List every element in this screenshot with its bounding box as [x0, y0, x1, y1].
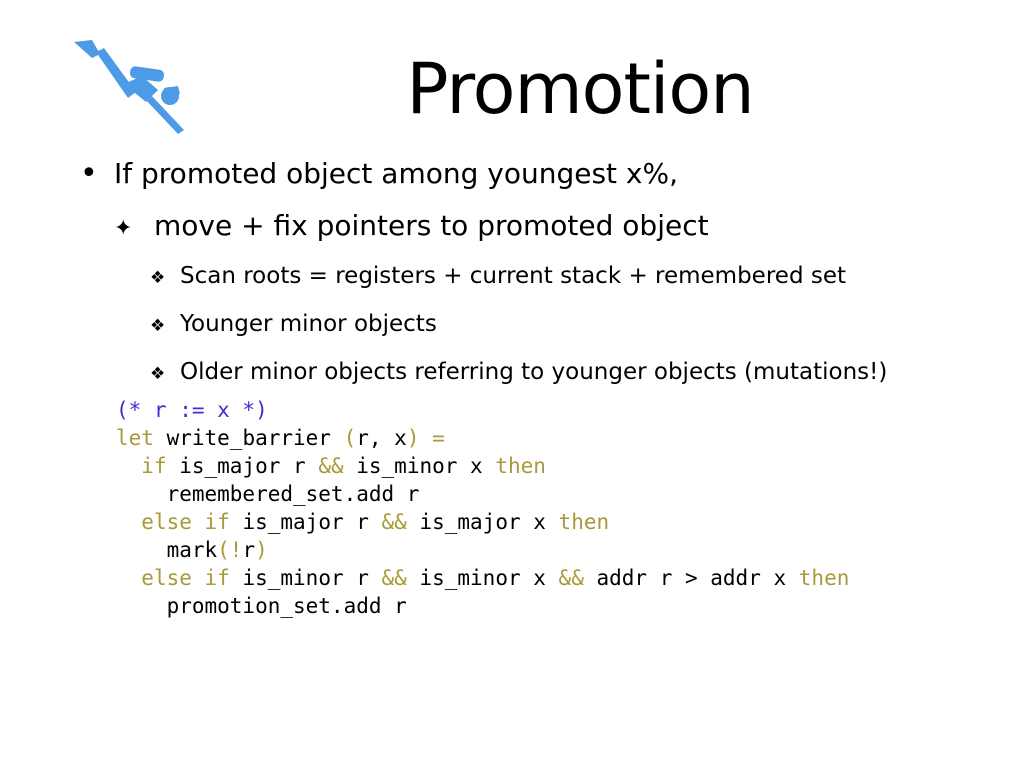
bullet-level-1: • If promoted object among youngest x%,	[80, 154, 678, 194]
code-text: is_minor x	[406, 566, 559, 590]
code-keyword: else if	[141, 510, 230, 534]
code-line: else if is_major r && is_major x then	[116, 508, 849, 536]
code-keyword: then	[798, 566, 850, 590]
code-text: addr r > addr x	[583, 566, 799, 590]
code-keyword: let	[116, 426, 154, 450]
code-text: r, x	[356, 426, 407, 450]
code-text: is_major r	[166, 454, 319, 478]
code-line: let write_barrier (r, x) =	[116, 424, 849, 452]
code-keyword: if	[141, 454, 167, 478]
scuba-diver-icon	[74, 40, 184, 134]
bullet-level-3: ❖ Younger minor objects	[150, 308, 437, 342]
bullet-text: Younger minor objects	[180, 311, 437, 337]
code-line: else if is_minor r && is_minor x && addr…	[116, 564, 849, 592]
code-keyword: ) =	[406, 426, 445, 450]
code-line: remembered_set.add r	[116, 480, 849, 508]
slide: Promotion • If promoted object among youn…	[0, 0, 1024, 768]
code-text: mark	[116, 538, 218, 562]
code-keyword: &&	[381, 566, 407, 590]
bullet-diamond-icon: ❖	[150, 364, 166, 384]
code-keyword: then	[495, 454, 546, 478]
bullet-text: move + fix pointers to promoted object	[154, 209, 709, 242]
code-line: promotion_set.add r	[116, 592, 849, 620]
code-text: promotion_set.add r	[116, 594, 407, 618]
code-keyword: &&	[381, 510, 407, 534]
bullet-diamond-icon: ❖	[150, 268, 166, 288]
code-text: is_major r	[229, 510, 382, 534]
bullet-text: If promoted object among youngest x%,	[114, 157, 679, 190]
bullet-star-icon: ✦	[114, 216, 133, 241]
code-line: if is_major r && is_minor x then	[116, 452, 849, 480]
bullet-text: Older minor objects referring to younger…	[180, 359, 888, 385]
bullet-level-3: ❖ Older minor objects referring to younge…	[150, 356, 887, 390]
code-keyword: else if	[141, 566, 230, 590]
bullet-level-3: ❖ Scan roots = registers + current stack …	[150, 260, 846, 294]
code-text: is_minor r	[229, 566, 382, 590]
code-keyword: (	[343, 426, 357, 450]
code-block: (* r := x *) let write_barrier (r, x) = i…	[116, 396, 849, 620]
code-keyword: &&	[318, 454, 344, 478]
bullet-level-2: ✦ move + fix pointers to promoted object	[114, 206, 709, 249]
code-keyword: )	[255, 538, 268, 562]
code-text: is_major x	[406, 510, 559, 534]
slide-title: Promotion	[406, 48, 754, 130]
code-line: (* r := x *)	[116, 396, 849, 424]
code-keyword: then	[558, 510, 610, 534]
code-text: is_minor x	[343, 454, 496, 478]
bullet-text: Scan roots = registers + current stack +…	[180, 263, 847, 289]
code-line: mark(!r)	[116, 536, 849, 564]
bullet-diamond-icon: ❖	[150, 316, 166, 336]
code-text: write_barrier	[153, 426, 344, 450]
code-keyword: &&	[558, 566, 584, 590]
code-text: remembered_set.add r	[116, 482, 420, 506]
bullet-dot-icon: •	[80, 156, 98, 191]
code-text: r	[242, 538, 256, 562]
code-keyword: (!	[217, 538, 243, 562]
code-comment: (* r := x *)	[116, 398, 268, 422]
